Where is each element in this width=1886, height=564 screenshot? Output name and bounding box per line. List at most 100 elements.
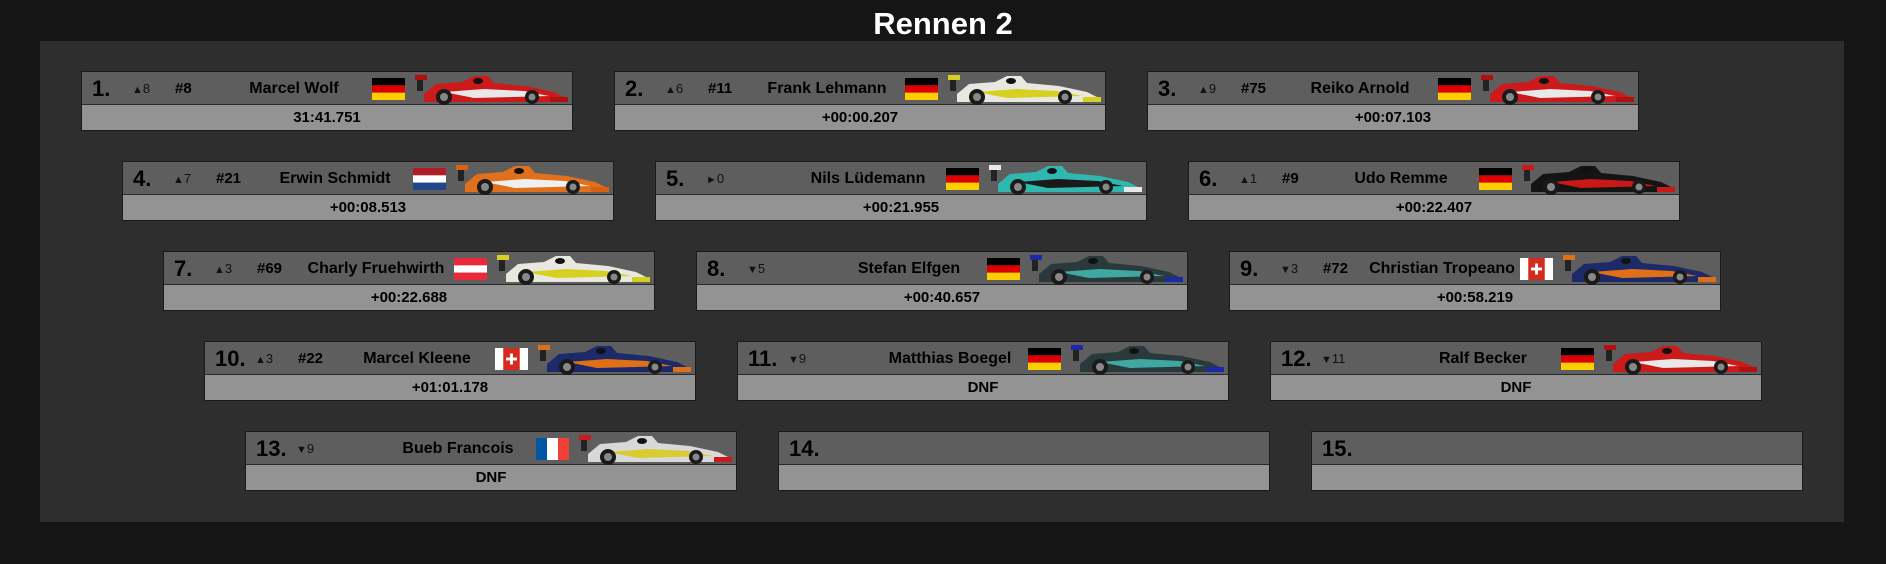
change-value: 3: [1290, 261, 1299, 276]
result-header: 3. ▲9 #75 Reiko Arnold: [1148, 72, 1638, 105]
position: 8.: [707, 256, 726, 281]
race-car-icon: [578, 432, 736, 465]
result-header: 11. ▼9 Matthias Boegel: [738, 342, 1228, 375]
arrow-down-icon: ▼: [788, 354, 799, 366]
flag-at-icon: [454, 258, 487, 280]
car-number: #9: [1282, 170, 1299, 187]
driver-name: Marcel Wolf: [249, 80, 339, 97]
driver-name: Matthias Boegel: [888, 350, 1012, 367]
position: 4.: [133, 166, 152, 191]
arrow-down-icon: ▼: [1280, 264, 1291, 276]
race-car-icon: [1521, 162, 1679, 195]
race-car-icon: [455, 162, 613, 195]
position-change: ▲9: [1198, 72, 1216, 107]
position-change: ▲3: [214, 252, 232, 287]
race-car-icon: [947, 72, 1105, 105]
change-value: 9: [1208, 81, 1217, 96]
position: 6.: [1199, 166, 1218, 191]
driver-name: Frank Lehmann: [767, 80, 887, 97]
race-car-icon: [537, 342, 695, 375]
race-car-icon: [1480, 72, 1638, 105]
race-time: +00:00.207: [615, 105, 1105, 130]
position: 14.: [789, 436, 820, 461]
result-header: 12. ▼11 Ralf Becker: [1271, 342, 1761, 375]
flag-ch-icon: [1520, 258, 1553, 280]
position: 13.: [256, 436, 287, 461]
flag-de-icon: [1028, 348, 1061, 370]
race-time: DNF: [1271, 375, 1761, 400]
result-card: 15.: [1311, 431, 1803, 491]
driver-name: Ralf Becker: [1438, 350, 1528, 367]
arrow-down-icon: ▼: [747, 264, 758, 276]
position-change: ►0: [706, 162, 724, 197]
arrow-up-icon: ▲: [1198, 84, 1209, 96]
result-card: 9. ▼3 #72 Christian Tropeano +00:58.219: [1229, 251, 1721, 311]
result-header: 15.: [1312, 432, 1802, 465]
driver-name: Udo Remme: [1354, 170, 1448, 187]
position: 12.: [1281, 346, 1312, 371]
race-time: +00:58.219: [1230, 285, 1720, 310]
arrow-down-icon: ▼: [296, 444, 307, 456]
driver-name: Christian Tropeano: [1369, 260, 1515, 277]
position: 11.: [748, 346, 778, 371]
position-change: ▼9: [788, 342, 806, 377]
race-time: +00:40.657: [697, 285, 1187, 310]
result-card: 12. ▼11 Ralf Becker DNF: [1270, 341, 1762, 401]
position-change: ▲1: [1239, 162, 1257, 197]
race-time: +01:01.178: [205, 375, 695, 400]
race-time: +00:08.513: [123, 195, 613, 220]
race-time: DNF: [246, 465, 736, 490]
position: 9.: [1240, 256, 1259, 281]
result-card: 7. ▲3 #69 Charly Fruehwirth +00:22.688: [163, 251, 655, 311]
position: 10.: [215, 346, 246, 371]
race-car-icon: [1029, 252, 1187, 285]
flag-nl-icon: [413, 168, 446, 190]
flag-de-icon: [987, 258, 1020, 280]
result-header: 4. ▲7 #21 Erwin Schmidt: [123, 162, 613, 195]
race-car-icon: [1603, 342, 1761, 375]
driver-name: Erwin Schmidt: [279, 170, 391, 187]
result-card: 14.: [778, 431, 1270, 491]
race-time: [1312, 465, 1802, 490]
position-change: ▼11: [1321, 342, 1345, 377]
race-time: [779, 465, 1269, 490]
position-change: ▲6: [665, 72, 683, 107]
race-car-icon: [496, 252, 654, 285]
change-value: 6: [675, 81, 684, 96]
flag-de-icon: [1438, 78, 1471, 100]
result-card: 13. ▼9 Bueb Francois DNF: [245, 431, 737, 491]
flag-de-icon: [1479, 168, 1512, 190]
position-change: ▼3: [1280, 252, 1298, 287]
race-time: +00:22.407: [1189, 195, 1679, 220]
change-value: 3: [224, 261, 233, 276]
result-card: 1. ▲8 #8 Marcel Wolf 31:41.751: [81, 71, 573, 131]
result-header: 1. ▲8 #8 Marcel Wolf: [82, 72, 572, 105]
position: 7.: [174, 256, 193, 281]
race-time: 31:41.751: [82, 105, 572, 130]
change-value: 8: [142, 81, 151, 96]
position: 2.: [625, 76, 644, 101]
position-change: ▲8: [132, 72, 150, 107]
race-car-icon: [1562, 252, 1720, 285]
race-car-icon: [988, 162, 1146, 195]
result-header: 7. ▲3 #69 Charly Fruehwirth: [164, 252, 654, 285]
race-time: +00:07.103: [1148, 105, 1638, 130]
position-change: ▲7: [173, 162, 191, 197]
change-value: 1: [1249, 171, 1258, 186]
result-header: 14.: [779, 432, 1269, 465]
result-card: 8. ▼5 Stefan Elfgen +00:40.657: [696, 251, 1188, 311]
race-time: +00:21.955: [656, 195, 1146, 220]
position-change: ▲3: [255, 342, 273, 377]
change-value: 7: [183, 171, 192, 186]
flag-de-icon: [905, 78, 938, 100]
result-header: 2. ▲6 #11 Frank Lehmann: [615, 72, 1105, 105]
flag-fr-icon: [536, 438, 569, 460]
result-header: 9. ▼3 #72 Christian Tropeano: [1230, 252, 1720, 285]
flag-de-icon: [1561, 348, 1594, 370]
result-card: 2. ▲6 #11 Frank Lehmann +00:00.207: [614, 71, 1106, 131]
position-change: ▼9: [296, 432, 314, 467]
result-card: 3. ▲9 #75 Reiko Arnold +00:07.103: [1147, 71, 1639, 131]
car-number: #8: [175, 80, 192, 97]
result-header: 10. ▲3 #22 Marcel Kleene: [205, 342, 695, 375]
change-value: 0: [716, 171, 725, 186]
